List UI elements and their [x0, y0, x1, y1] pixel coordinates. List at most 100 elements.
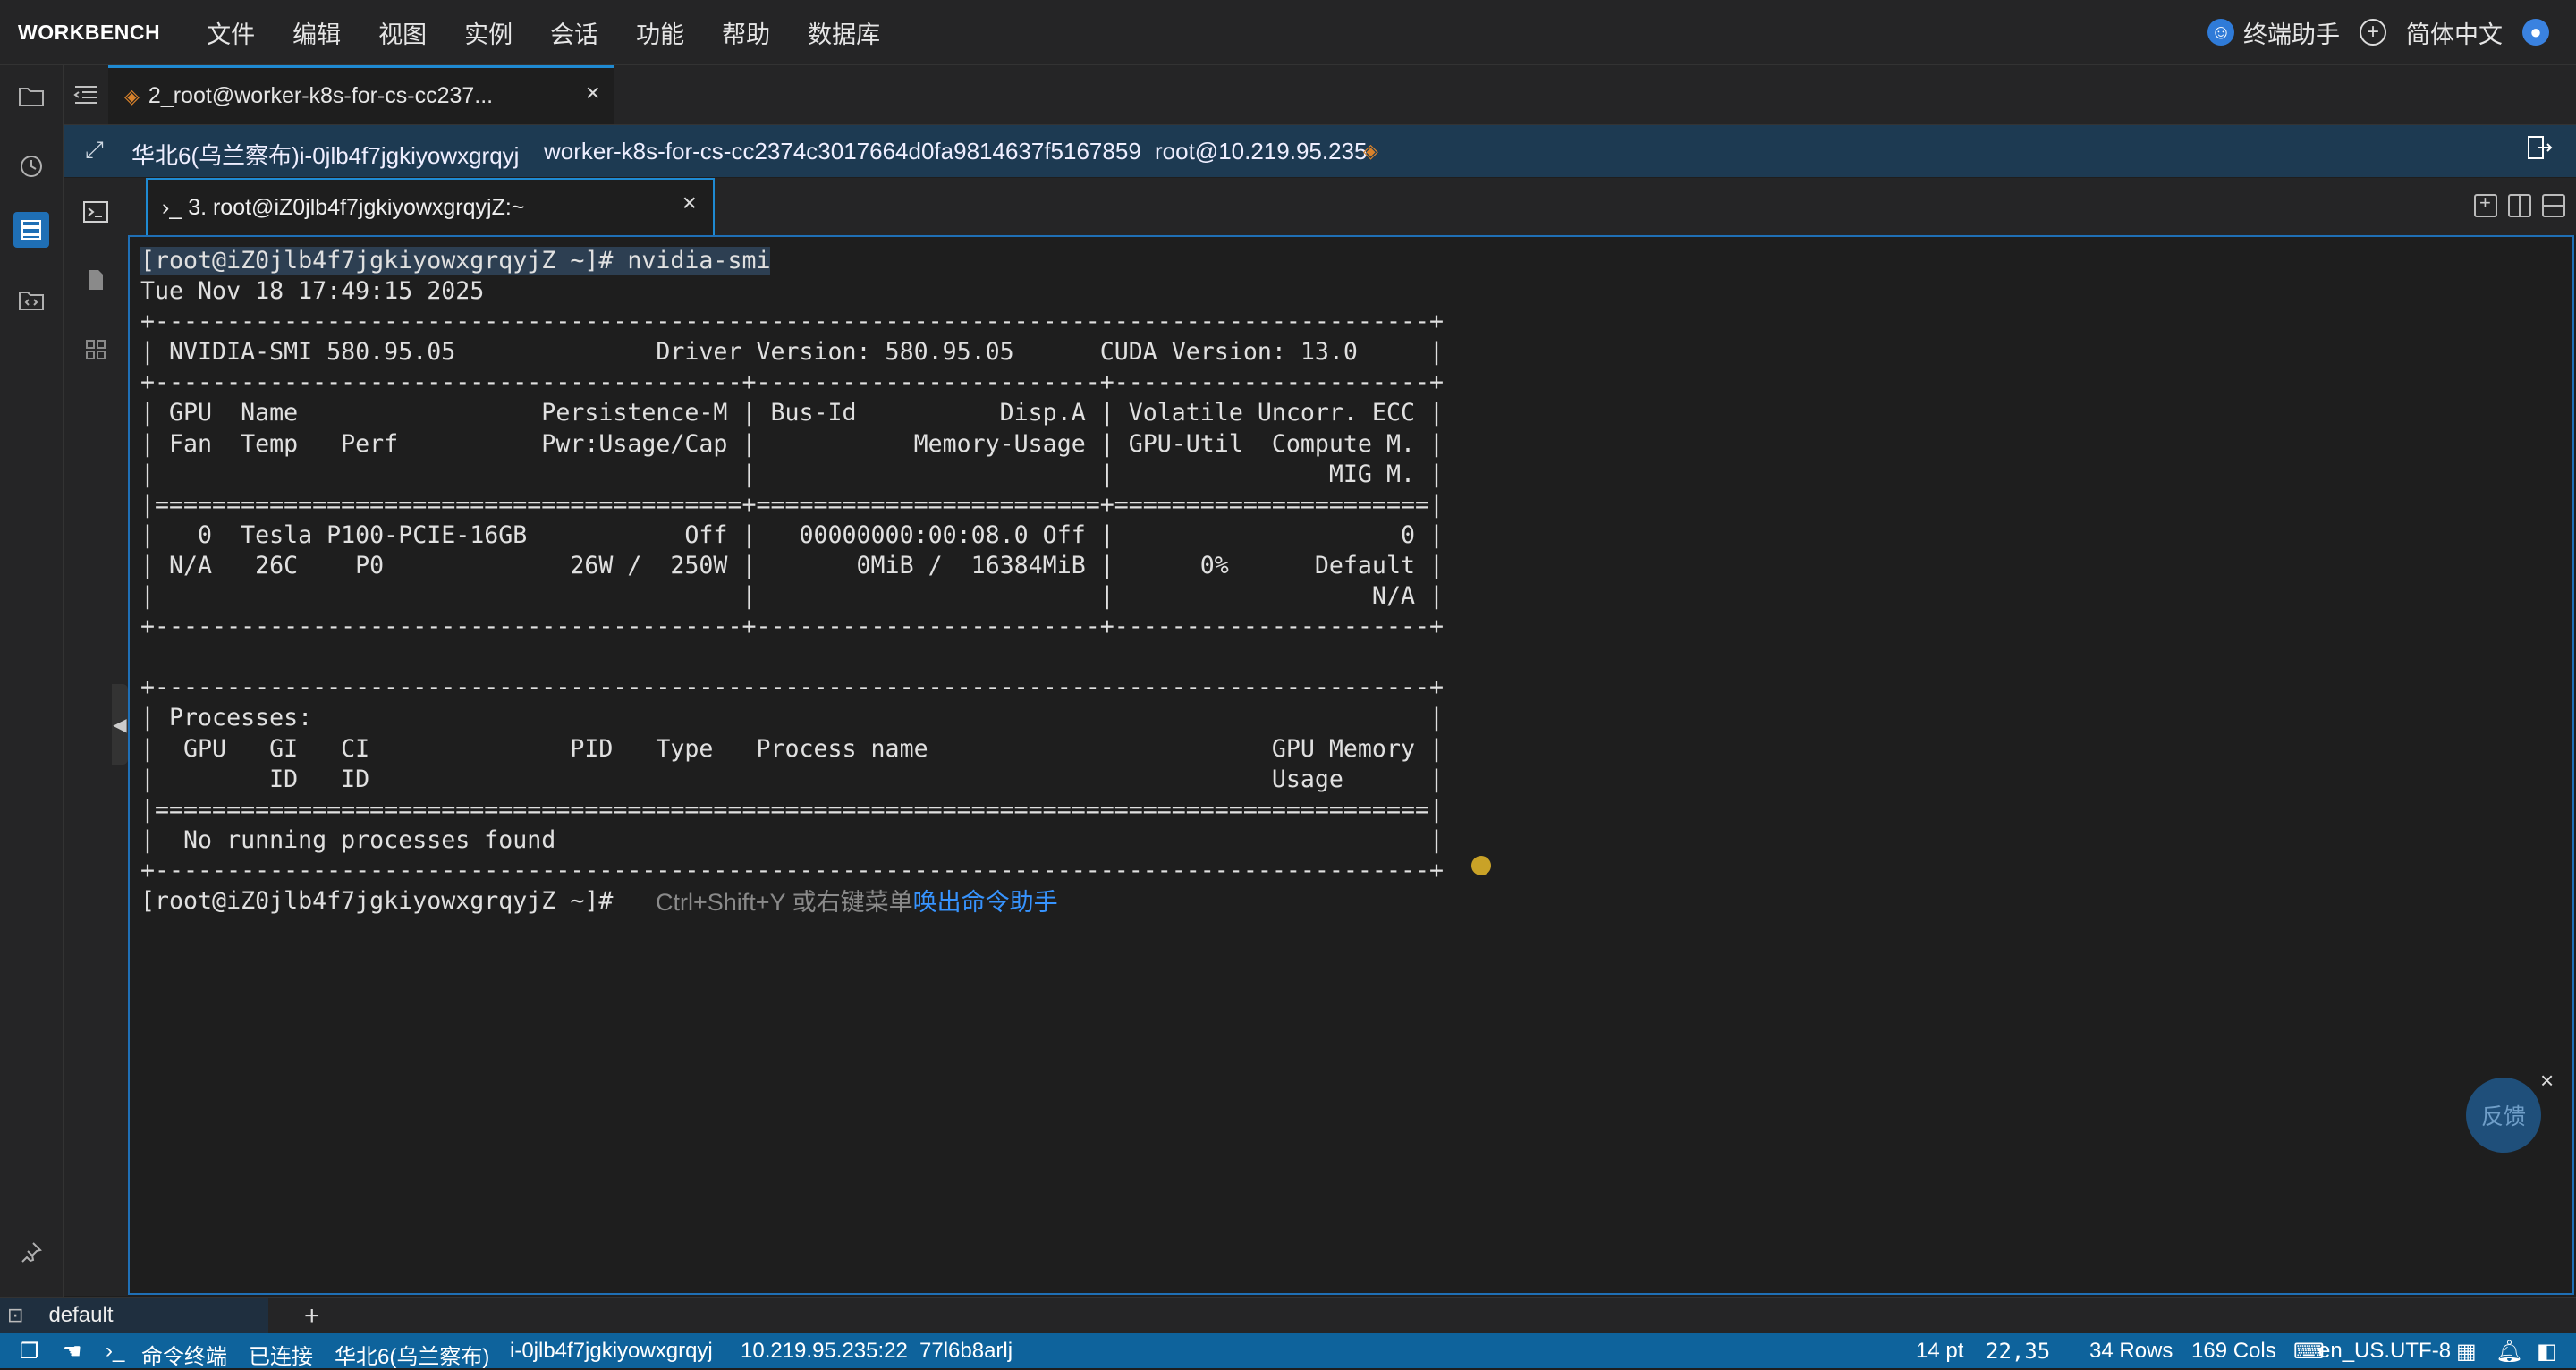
language-selector[interactable]: 简体中文 [2406, 15, 2503, 50]
menu-features[interactable]: 功能 [636, 15, 684, 50]
hand-icon[interactable]: ☚ [63, 1339, 82, 1365]
terminal-line: +---------------------------------------… [140, 673, 1444, 702]
terminal-line: | | | N/A | [140, 582, 1444, 611]
terminal-line: |=======================================… [140, 490, 1444, 519]
open-command-assistant-link[interactable]: 唤出命令助手 [913, 889, 1058, 916]
bell-icon[interactable]: 🔔︎ [2496, 1339, 2522, 1365]
server-list-icon[interactable] [13, 212, 49, 248]
hint-text: Ctrl+Shift+Y 或右键菜单 [656, 889, 913, 916]
terminal-tab-label: ›_ 3. root@iZ0jlb4f7jgkiyowxgrqyjZ:~ [162, 194, 525, 220]
locale-label[interactable]: en_US.UTF-8 [2318, 1339, 2451, 1364]
add-circle-icon[interactable]: + [2360, 19, 2386, 46]
user-ip-label: root@10.219.95.235 [1155, 138, 1368, 165]
menu-right-group: ☺ 终端助手 + 简体中文 ● [2207, 0, 2549, 64]
file-icon[interactable] [81, 266, 110, 294]
collapse-sidebar-icon[interactable] [71, 80, 101, 110]
instance-label: i-0jlb4f7jgkiyowxgrqyj [510, 1339, 713, 1363]
mode-label[interactable]: 命令终端 [141, 1339, 227, 1370]
hostname-label: worker-k8s-for-cs-cc2374c3017664d0fa9814… [544, 138, 1141, 165]
font-size-label[interactable]: 14 pt [1916, 1339, 1963, 1364]
close-terminal-tab-icon[interactable]: × [682, 189, 697, 217]
session-id-label: 77l6b8arlj [919, 1339, 1013, 1363]
connection-info-bar: ⤢ 华北6(乌兰察布)i-0jlb4f7jgkiyowxgrqyj worker… [64, 125, 2576, 177]
activity-bar [0, 65, 64, 1299]
current-prompt: [root@iZ0jlb4f7jgkiyowxgrqyjZ ~]# [140, 886, 614, 915]
close-feedback-icon[interactable]: × [2540, 1067, 2554, 1095]
history-icon[interactable] [16, 151, 47, 182]
assistant-hint: Ctrl+Shift+Y 或右键菜单唤出命令助手 [656, 883, 1058, 918]
expand-icon[interactable]: ⤢ [85, 136, 104, 165]
robot-icon[interactable]: ☺ [2207, 19, 2234, 46]
menu-database[interactable]: 数据库 [808, 15, 880, 50]
menu-view[interactable]: 视图 [378, 15, 427, 50]
terminal-line: | Processes: | [140, 704, 1444, 732]
session-tab-bar: ◈ 2_root@worker-k8s-for-cs-cc237... × [64, 65, 2576, 125]
menu-session[interactable]: 会话 [550, 15, 598, 50]
cursor-position: 22,35 [1986, 1339, 2051, 1364]
terminal-output: [root@iZ0jlb4f7jgkiyowxgrqyjZ ~]# nvidia… [140, 246, 1444, 917]
windows-icon[interactable]: ❐ [20, 1339, 39, 1365]
code-folder-icon[interactable] [16, 285, 47, 316]
prompt-text: [root@iZ0jlb4f7jgkiyowxgrqyjZ ~]# [140, 247, 614, 275]
region-label: 华北6(乌兰察布) [335, 1345, 490, 1369]
split-vertical-icon[interactable] [2508, 194, 2531, 217]
menu-help[interactable]: 帮助 [722, 15, 770, 50]
collapse-panel-handle[interactable]: ◀ [112, 684, 128, 765]
folder-icon[interactable] [16, 81, 47, 112]
region-instance-label: 华北6(乌兰察布)i-0jlb4f7jgkiyowxgrqyj [131, 142, 520, 169]
terminal-line: |=======================================… [140, 795, 1444, 824]
terminal-line: | N/A 26C P0 26W / 250W | 0MiB / 16384Mi… [140, 551, 1444, 579]
app-brand: WORKBENCH [18, 20, 161, 44]
command-text: nvidia-smi [613, 247, 771, 275]
terminal-icon[interactable] [81, 198, 110, 226]
session-tab-label: 2_root@worker-k8s-for-cs-cc237... [148, 83, 494, 108]
terminal-assistant-button[interactable]: 终端助手 [2243, 15, 2340, 50]
terminal-line: +---------------------------------------… [140, 308, 1444, 336]
terminal-tab[interactable]: ›_ 3. root@iZ0jlb4f7jgkiyowxgrqyjZ:~ × [146, 178, 715, 235]
panel-tab-default[interactable]: ⊡ default [0, 1298, 268, 1333]
exit-icon[interactable] [2526, 134, 2553, 168]
terminal-tab-title: 3. root@iZ0jlb4f7jgkiyowxgrqyjZ:~ [188, 194, 525, 220]
menu-edit[interactable]: 编辑 [292, 15, 341, 50]
new-pane-icon[interactable]: + [2474, 191, 2497, 217]
pin-icon[interactable] [16, 1237, 47, 1267]
menu-instance[interactable]: 实例 [464, 15, 513, 50]
split-horizontal-icon[interactable] [2542, 194, 2565, 217]
menu-file[interactable]: 文件 [207, 15, 255, 50]
feedback-button[interactable]: 反馈 [2466, 1078, 2541, 1153]
rows-label: 34 Rows [2089, 1339, 2174, 1363]
terminal-line: | Fan Temp Perf Pwr:Usage/Cap | Memory-U… [140, 429, 1444, 458]
split-controls: + [2474, 191, 2565, 217]
terminal-line: | 0 Tesla P100-PCIE-16GB Off | 00000000:… [140, 520, 1444, 549]
command-output: Tue Nov 18 17:49:15 2025 +--------------… [140, 277, 1444, 884]
terminal-line: +---------------------------------------… [140, 368, 1444, 397]
terminal-line: | | | MIG M. | [140, 460, 1444, 488]
layers-icon: ◈ [1363, 140, 1378, 162]
close-session-tab-icon[interactable]: × [586, 79, 600, 107]
layers-icon: ◈ [124, 84, 140, 107]
menu-bar: WORKBENCH 文件 编辑 视图 实例 会话 功能 帮助 数据库 ☺ 终端助… [0, 0, 2576, 65]
terminal-small-icon: ⊡ [7, 1304, 24, 1326]
status-bar: ❐ ☚ ›_ 命令终端 已连接 华北6(乌兰察布) i-0jlb4f7jgkiy… [0, 1333, 2576, 1370]
connection-status: 已连接 [249, 1345, 313, 1369]
terminal-line: | No running processes found | [140, 825, 1444, 854]
terminal-line: | ID ID Usage | [140, 765, 1444, 793]
terminal-line: | GPU GI CI PID Type Process name GPU Me… [140, 734, 1444, 763]
panel-tab-bar: ⊡ default + [0, 1297, 2576, 1333]
sidebar-toggle-icon[interactable]: ◧ [2537, 1339, 2557, 1365]
terminal-line: Tue Nov 18 17:49:15 2025 [140, 277, 485, 306]
address-label: 10.219.95.235:22 [741, 1339, 908, 1363]
grid-icon[interactable] [81, 335, 110, 364]
lightbulb-icon[interactable] [1471, 856, 1491, 875]
terminal-line: +---------------------------------------… [140, 856, 1444, 884]
terminal-pane[interactable]: ◀ [root@iZ0jlb4f7jgkiyowxgrqyjZ ~]# nvid… [112, 235, 2574, 1295]
command-line: [root@iZ0jlb4f7jgkiyowxgrqyjZ ~]# nvidia… [140, 247, 771, 275]
layout-icon[interactable]: ▦ [2456, 1339, 2477, 1365]
terminal-tab-bar: ›_ 3. root@iZ0jlb4f7jgkiyowxgrqyjZ:~ × + [128, 178, 2576, 235]
user-avatar-icon[interactable]: ● [2522, 19, 2549, 46]
terminal-line: | NVIDIA-SMI 580.95.05 Driver Version: 5… [140, 338, 1444, 367]
add-panel-icon[interactable]: + [304, 1301, 320, 1332]
session-tab[interactable]: ◈ 2_root@worker-k8s-for-cs-cc237... × [108, 65, 614, 124]
terminal-mode-icon: ›_ [106, 1339, 125, 1363]
panel-tab-label: default [48, 1303, 114, 1327]
